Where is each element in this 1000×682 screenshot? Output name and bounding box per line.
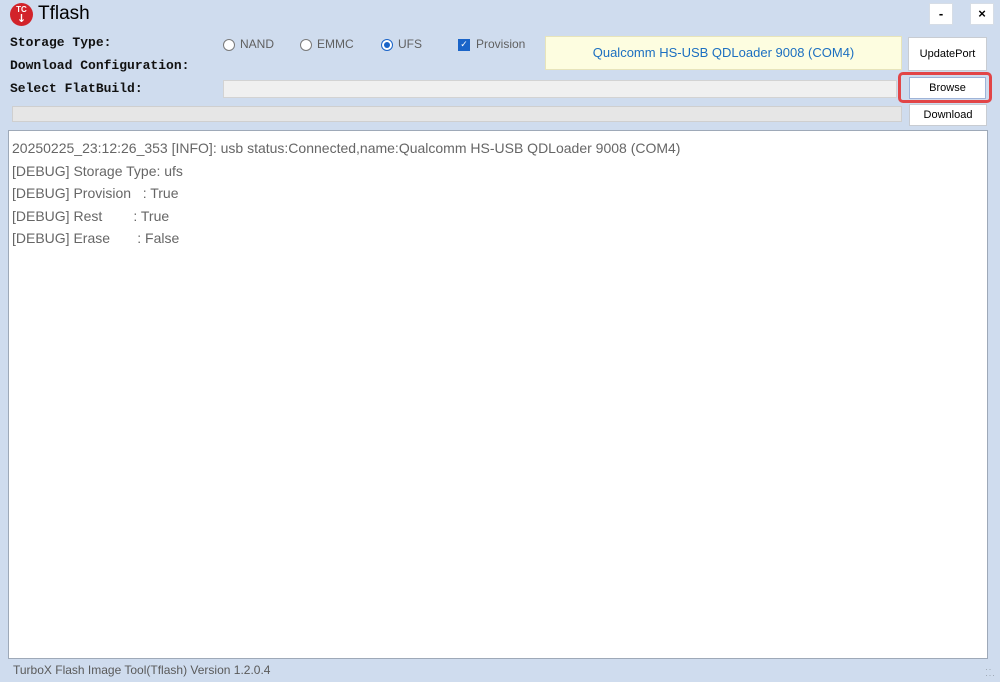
radio-ufs-label: UFS [398, 37, 422, 51]
port-display: Qualcomm HS-USB QDLoader 9008 (COM4) [545, 36, 902, 70]
download-configuration-label: Download Configuration: [10, 58, 190, 73]
checkbox-checked-icon: ✓ [458, 38, 470, 51]
radio-emmc[interactable]: EMMC [300, 37, 354, 53]
storage-type-label: Storage Type: [10, 35, 112, 50]
log-line: [DEBUG] Rest : True [12, 207, 170, 224]
radio-nand-label: NAND [240, 37, 275, 51]
select-flatbuild-label: Select FlatBuild: [10, 81, 143, 96]
radio-ufs[interactable]: UFS [381, 37, 422, 53]
browse-button[interactable]: Browse [909, 77, 986, 99]
download-button[interactable]: Download [909, 104, 987, 126]
provision-label: Provision [476, 37, 526, 51]
status-bar-text: TurboX Flash Image Tool(Tflash) Version … [13, 663, 271, 677]
radio-checked-icon [381, 38, 393, 51]
radio-unchecked-icon [300, 38, 312, 51]
resize-grip-icon[interactable]: · · · · · [985, 665, 997, 680]
app-logo-icon: TC ↓ [10, 3, 33, 26]
flatbuild-path-field[interactable] [223, 80, 897, 98]
provision-checkbox[interactable]: ✓ Provision [458, 37, 525, 53]
radio-unchecked-icon [223, 38, 235, 51]
logo-arrow-icon: ↓ [16, 12, 27, 25]
update-port-button[interactable]: UpdatePort [908, 37, 987, 71]
progress-bar [12, 106, 902, 122]
log-line: [DEBUG] Erase : False [12, 230, 180, 246]
minimize-button[interactable]: - [929, 3, 953, 25]
log-output[interactable]: 20250225_23:12:26_353 [INFO]: usb status… [8, 130, 988, 659]
close-button[interactable]: × [970, 3, 994, 25]
log-line: 20250225_23:12:26_353 [INFO]: usb status… [12, 140, 681, 156]
window-title: Tflash [38, 3, 90, 24]
log-line: [DEBUG] Storage Type: ufs [12, 162, 183, 179]
radio-emmc-label: EMMC [317, 37, 354, 51]
log-line: [DEBUG] Provision : True [12, 185, 179, 201]
radio-nand[interactable]: NAND [223, 37, 274, 53]
